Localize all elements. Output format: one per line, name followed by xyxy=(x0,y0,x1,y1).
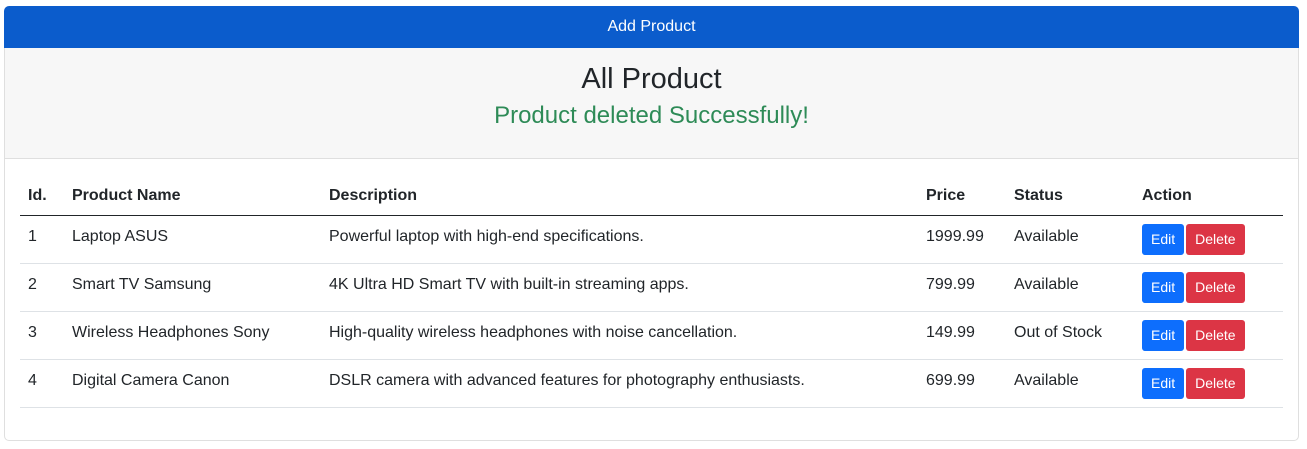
page-title: All Product xyxy=(581,63,722,95)
edit-button[interactable]: Edit xyxy=(1142,319,1185,351)
cell-description: High-quality wireless headphones with no… xyxy=(329,311,926,360)
cell-status: Available xyxy=(1014,263,1142,312)
cell-status: Available xyxy=(1014,215,1142,264)
cell-action: Edit Delete xyxy=(1142,359,1283,408)
cell-price: 799.99 xyxy=(926,263,1014,312)
edit-button[interactable]: Edit xyxy=(1142,367,1185,399)
cell-action: Edit Delete xyxy=(1142,215,1283,264)
table-header-row: Id. Product Name Description Price Statu… xyxy=(20,177,1283,216)
product-table: Id. Product Name Description Price Statu… xyxy=(20,177,1283,408)
cell-product-name: Laptop ASUS xyxy=(72,215,329,264)
table-row: 4 Digital Camera Canon DSLR camera with … xyxy=(20,359,1283,408)
cell-id: 2 xyxy=(20,263,72,312)
column-header-price: Price xyxy=(926,177,1014,216)
cell-action: Edit Delete xyxy=(1142,263,1283,312)
column-header-action: Action xyxy=(1142,177,1283,216)
card-body: Id. Product Name Description Price Statu… xyxy=(5,159,1298,408)
cell-description: Powerful laptop with high-end specificat… xyxy=(329,215,926,264)
cell-product-name: Digital Camera Canon xyxy=(72,359,329,408)
cell-id: 3 xyxy=(20,311,72,360)
success-alert: Product deleted Successfully! xyxy=(494,102,809,129)
cell-product-name: Wireless Headphones Sony xyxy=(72,311,329,360)
column-header-product-name: Product Name xyxy=(72,177,329,216)
cell-action: Edit Delete xyxy=(1142,311,1283,360)
edit-button[interactable]: Edit xyxy=(1142,271,1185,303)
product-page: Add Product All Product Product deleted … xyxy=(4,6,1299,441)
table-row: 3 Wireless Headphones Sony High-quality … xyxy=(20,311,1283,360)
cell-product-name: Smart TV Samsung xyxy=(72,263,329,312)
cell-description: DSLR camera with advanced features for p… xyxy=(329,359,926,408)
delete-button[interactable]: Delete xyxy=(1186,271,1245,303)
edit-button[interactable]: Edit xyxy=(1142,223,1185,255)
cell-description: 4K Ultra HD Smart TV with built-in strea… xyxy=(329,263,926,312)
column-header-description: Description xyxy=(329,177,926,216)
product-card: All Product Product deleted Successfully… xyxy=(4,48,1299,441)
cell-id: 1 xyxy=(20,215,72,264)
delete-button[interactable]: Delete xyxy=(1186,319,1245,351)
cell-price: 699.99 xyxy=(926,359,1014,408)
column-header-status: Status xyxy=(1014,177,1142,216)
cell-price: 149.99 xyxy=(926,311,1014,360)
table-row: 2 Smart TV Samsung 4K Ultra HD Smart TV … xyxy=(20,263,1283,312)
cell-status: Out of Stock xyxy=(1014,311,1142,360)
table-row: 1 Laptop ASUS Powerful laptop with high-… xyxy=(20,215,1283,264)
cell-status: Available xyxy=(1014,359,1142,408)
delete-button[interactable]: Delete xyxy=(1186,367,1245,399)
delete-button[interactable]: Delete xyxy=(1186,223,1245,255)
cell-id: 4 xyxy=(20,359,72,408)
card-header: All Product Product deleted Successfully… xyxy=(5,48,1298,159)
cell-price: 1999.99 xyxy=(926,215,1014,264)
add-product-button[interactable]: Add Product xyxy=(4,6,1299,48)
column-header-id: Id. xyxy=(20,177,72,216)
